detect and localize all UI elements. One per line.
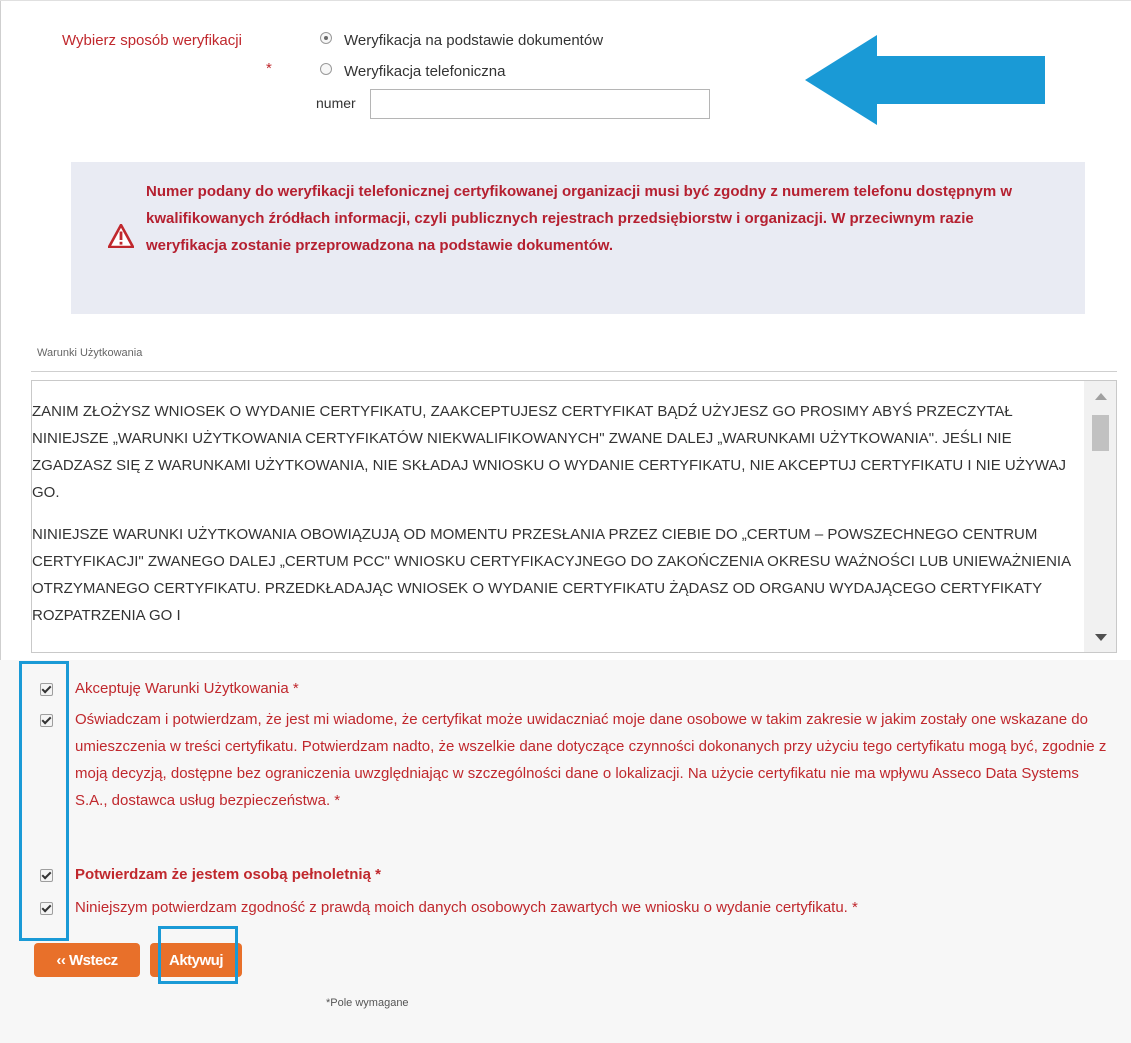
terms-title: Warunki Użytkowania: [37, 347, 143, 359]
phone-number-label: numer: [316, 95, 356, 111]
annotation-highlight-activate: [158, 926, 238, 984]
annotation-highlight-checkboxes: [19, 661, 69, 941]
scrollbar-thumb[interactable]: [1092, 415, 1109, 451]
radio-documents[interactable]: [320, 32, 332, 44]
terms-scrollbar[interactable]: [1084, 381, 1116, 652]
terms-paragraph: NINIEJSZE WARUNKI UŻYTKOWANIA OBOWIĄZUJĄ…: [32, 526, 1071, 624]
consent-accept-terms-label[interactable]: Akceptuję Warunki Użytkowania *: [75, 675, 299, 702]
terms-paragraph: ZANIM ZŁOŻYSZ WNIOSEK O WYDANIE CERTYFIK…: [32, 403, 1066, 501]
verification-method-label: Wybierz sposób weryfikacji: [62, 32, 242, 49]
radio-documents-label[interactable]: Weryfikacja na podstawie dokumentów: [344, 32, 603, 49]
terms-scroll-box[interactable]: ZANIM ZŁOŻYSZ WNIOSEK O WYDANIE CERTYFIK…: [31, 380, 1117, 653]
consent-data-truthfulness-label[interactable]: Niniejszym potwierdzam zgodność z prawdą…: [75, 894, 858, 921]
required-star: *: [266, 60, 272, 77]
consent-personal-data-statement-label[interactable]: Oświadczam i potwierdzam, że jest mi wia…: [75, 706, 1115, 814]
terms-divider: [31, 371, 1117, 372]
terms-content: ZANIM ZŁOŻYSZ WNIOSEK O WYDANIE CERTYFIK…: [32, 398, 1084, 644]
scroll-up-arrow-icon[interactable]: [1095, 393, 1107, 400]
back-button[interactable]: ‹‹ Wstecz: [34, 943, 140, 977]
required-fields-note: *Pole wymagane: [326, 997, 409, 1009]
annotation-arrow-icon: [805, 35, 1045, 125]
scroll-down-arrow-icon[interactable]: [1095, 634, 1107, 641]
radio-phone[interactable]: [320, 63, 332, 75]
warning-triangle-icon: [108, 224, 134, 248]
phone-warning-text: Numer podany do weryfikacji telefoniczne…: [146, 183, 1013, 254]
page-frame-top: [0, 0, 1131, 1]
radio-phone-label[interactable]: Weryfikacja telefoniczna: [344, 63, 505, 80]
phone-number-input[interactable]: [370, 89, 710, 119]
consent-adult-confirmation-label[interactable]: Potwierdzam że jestem osobą pełnoletnią …: [75, 861, 381, 888]
